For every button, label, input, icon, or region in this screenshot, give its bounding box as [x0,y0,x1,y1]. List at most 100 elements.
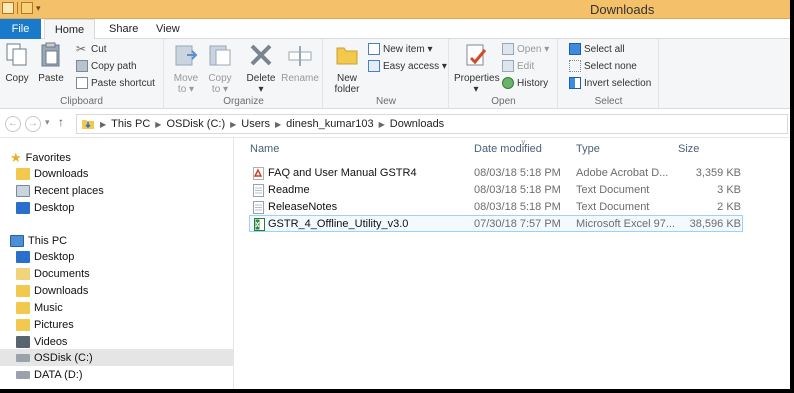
select-all-icon [569,43,581,55]
select-all-label: Select all [584,43,625,55]
paste-button[interactable]: Paste [36,42,66,84]
properties-label: Properties [454,73,500,84]
text-file-icon [253,184,264,197]
easy-access-button[interactable]: Easy access ▾ [368,60,447,72]
new-folder-button[interactable]: New folder [330,42,364,95]
customize-toolbar-icon[interactable]: ▾ [36,3,41,14]
breadcrumb-separator-icon: ▶ [155,119,162,129]
nav-pc-pictures[interactable]: Pictures [16,316,249,333]
scissors-icon: ✂ [76,42,87,56]
nav-pc-music[interactable]: Music [16,299,249,316]
file-date: 08/03/18 5:18 PM [474,167,561,179]
open-icon [502,43,514,55]
properties-icon [466,44,487,66]
column-header-type[interactable]: Type [576,143,600,155]
breadcrumb-downloads[interactable]: Downloads [390,118,444,130]
new-item-button[interactable]: New item ▾ [368,43,432,55]
nav-pc-videos[interactable]: Videos [16,333,249,350]
cut-button[interactable]: ✂ Cut [76,43,107,55]
copy-to-label-2: to ▾ [211,84,229,95]
easy-access-icon [368,60,380,72]
new-group-label: New [375,96,396,107]
address-bar[interactable]: ▶ This PC ▶ OSDisk (C:) ▶ Users ▶ dinesh… [76,114,788,134]
new-folder-quick-icon[interactable] [21,2,33,14]
back-button[interactable]: ← [5,116,21,132]
move-to-label: Move [173,73,199,84]
star-icon: ★ [10,149,22,165]
nav-pc-desktop[interactable]: Desktop [16,248,249,265]
invert-selection-button[interactable]: Invert selection [569,77,651,89]
nav-this-pc-label: This PC [28,234,68,247]
tab-share[interactable]: Share [99,19,148,39]
nav-pc-data-drive[interactable]: DATA (D:) [16,366,249,383]
file-name: FAQ and User Manual GSTR4 [268,167,417,179]
table-row-selected[interactable]: GSTR_4_Offline_Utility_v3.0 07/30/18 7:5… [249,215,743,232]
edit-icon [502,60,514,72]
music-folder-icon [16,301,30,314]
nav-favorites[interactable]: ★ Favorites [10,149,243,166]
delete-label: Delete [246,73,276,84]
select-none-icon [569,60,581,72]
column-header-name[interactable]: Name [250,143,279,155]
select-none-button[interactable]: Select none [569,60,637,72]
desktop-icon [16,250,30,263]
history-button[interactable]: History [502,77,548,89]
downloads-folder-icon [16,284,30,297]
videos-folder-icon [16,335,30,348]
nav-fav-desktop[interactable]: Desktop [16,199,249,216]
properties-button[interactable]: Properties ▾ [454,42,500,95]
tab-home[interactable]: Home [44,19,95,40]
column-header-size[interactable]: Size [678,143,699,155]
file-size: 2 KB [717,201,741,213]
nav-pc-documents[interactable]: Documents [16,265,249,282]
nav-pc-music-label: Music [34,301,63,314]
breadcrumb-separator-icon: ▶ [378,119,385,129]
new-item-label: New item ▾ [383,43,433,55]
copy-to-button[interactable]: Copy to ▾ [205,42,235,95]
file-date: 07/30/18 7:57 PM [474,218,561,230]
rename-button[interactable]: Rename [281,42,319,84]
downloads-folder-icon [16,167,30,180]
nav-fav-downloads-label: Downloads [34,167,89,180]
breadcrumb-osdisk[interactable]: OSDisk (C:) [166,118,225,130]
nav-favorites-label: Favorites [25,151,71,164]
nav-this-pc[interactable]: This PC [10,232,243,249]
table-row[interactable]: ReleaseNotes 08/03/18 5:18 PM Text Docum… [249,199,790,216]
nav-pc-pictures-label: Pictures [34,318,74,331]
copy-path-button[interactable]: Copy path [76,60,137,72]
delete-x-icon [250,44,272,66]
column-header-date-modified[interactable]: Date modified [474,143,542,155]
quick-access-toolbar: ▾ [2,2,41,14]
tab-file[interactable]: File [0,19,41,39]
nav-pc-downloads[interactable]: Downloads [16,282,249,299]
nav-fav-desktop-label: Desktop [34,201,75,214]
open-group: Properties ▾ Open ▾ Edit History Open [450,39,558,109]
recent-locations-chevron-icon[interactable]: ▾ [45,117,50,128]
edit-button[interactable]: Edit [502,60,534,72]
breadcrumb-users[interactable]: Users [241,118,270,130]
open-button[interactable]: Open ▾ [502,43,549,55]
up-arrow-icon[interactable]: ↑ [58,115,64,129]
breadcrumb-this-pc[interactable]: This PC [111,118,150,130]
properties-quick-icon[interactable] [2,2,14,14]
delete-button[interactable]: Delete ▾ [243,42,279,95]
copy-button[interactable]: Copy [4,42,30,84]
select-none-label: Select none [584,60,637,72]
nav-pc-osdisk[interactable]: OSDisk (C:) [0,349,233,366]
tab-view[interactable]: View [146,19,190,39]
breadcrumb-user-folder[interactable]: dinesh_kumar103 [286,118,373,130]
select-all-button[interactable]: Select all [569,43,625,55]
new-folder-label-2: folder [334,84,360,95]
table-row[interactable]: FAQ and User Manual GSTR4 08/03/18 5:18 … [249,165,790,182]
file-date: 08/03/18 5:18 PM [474,201,561,213]
forward-button[interactable]: → [25,116,41,132]
navigation-pane: ★ Favorites Downloads Recent places Desk… [0,138,234,389]
window-title: Downloads [590,2,655,17]
move-to-button[interactable]: Move to ▾ [171,42,201,95]
file-name: ReleaseNotes [268,201,338,213]
paste-shortcut-button[interactable]: Paste shortcut [76,77,155,89]
table-row[interactable]: Readme 08/03/18 5:18 PM Text Document 3 … [249,182,790,199]
nav-fav-downloads[interactable]: Downloads [16,165,249,182]
address-row: ← → ▾ ↑ ▶ This PC ▶ OSDisk (C:) ▶ Users … [0,110,790,138]
nav-fav-recent-places[interactable]: Recent places [16,182,249,199]
